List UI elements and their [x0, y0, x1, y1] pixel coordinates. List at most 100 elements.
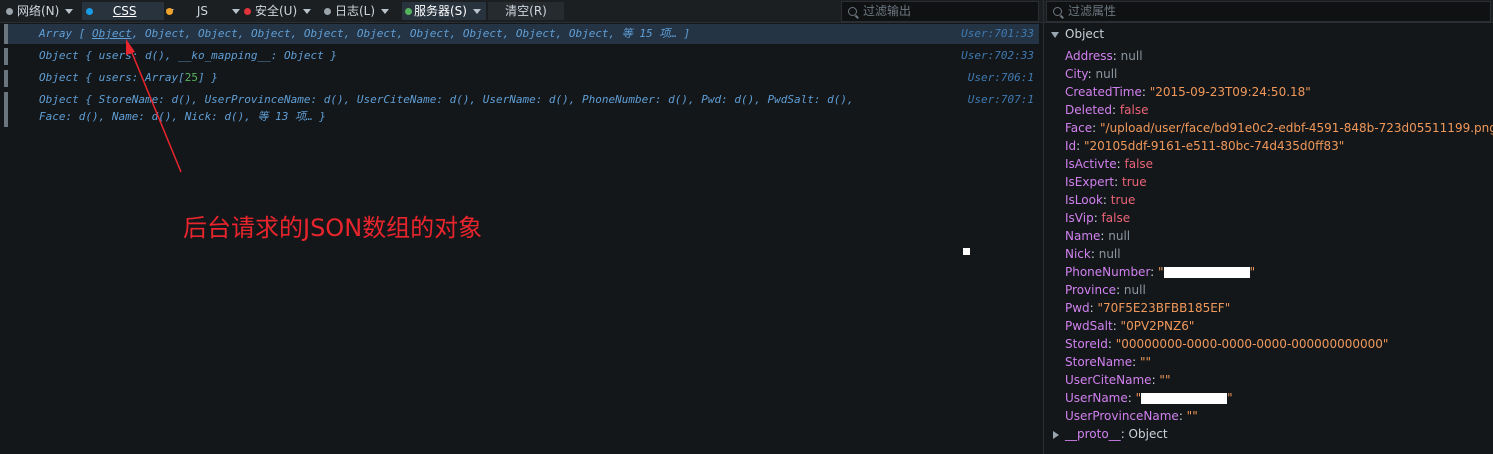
- console-row[interactable]: Array [ Object, Object, Object, Object, …: [4, 24, 1039, 44]
- redacted-value: [1141, 393, 1228, 404]
- proto-node[interactable]: __proto__: Object: [1053, 426, 1168, 442]
- property-value: "0PV2PNZ6": [1120, 319, 1195, 333]
- chevron-down-icon: [65, 9, 74, 14]
- property-row[interactable]: Address: null: [1065, 48, 1143, 64]
- property-key: UserCiteName: [1065, 373, 1152, 387]
- property-row[interactable]: IsLook: true: [1065, 192, 1135, 208]
- log-status-dot: [324, 8, 331, 15]
- filter-output-placeholder: 过滤输出: [863, 4, 912, 18]
- root-object-label: Object: [1065, 27, 1105, 41]
- property-key: Face: [1065, 121, 1093, 135]
- object-link[interactable]: Object: [92, 27, 132, 40]
- proto-value: Object: [1128, 427, 1168, 441]
- property-value: "20105ddf-9161-e511-80bc-74d435d0ff83": [1084, 139, 1345, 153]
- network-status-dot: [6, 8, 13, 15]
- property-row[interactable]: Name: null: [1065, 228, 1130, 244]
- server-filter-button[interactable]: 服务器(S): [402, 2, 486, 20]
- property-value: "": [1186, 409, 1198, 423]
- property-row[interactable]: City: null: [1065, 66, 1117, 82]
- property-key: Deleted: [1065, 103, 1113, 117]
- collapsed-triangle-icon: [1053, 430, 1059, 439]
- property-key: IsLook: [1065, 193, 1103, 207]
- property-value-close-quote: ": [1249, 265, 1256, 279]
- property-value-close-quote: ": [1227, 391, 1233, 405]
- property-row[interactable]: PwdSalt: "0PV2PNZ6": [1065, 318, 1194, 334]
- redacted-value: [1163, 267, 1250, 278]
- property-row[interactable]: Deleted: false: [1065, 102, 1148, 118]
- row-marker: [4, 24, 8, 44]
- log-label: 日志(L): [335, 4, 376, 18]
- chevron-down-icon: [472, 9, 481, 14]
- property-key: Id: [1065, 139, 1077, 153]
- property-key: StoreId: [1065, 337, 1108, 351]
- property-key: Name: [1065, 229, 1101, 243]
- property-row[interactable]: StoreName: "": [1065, 354, 1151, 370]
- search-icon: [1053, 7, 1062, 16]
- clear-button[interactable]: 清空(R): [488, 2, 564, 20]
- property-row[interactable]: Id: "20105ddf-9161-e511-80bc-74d435d0ff8…: [1065, 138, 1344, 154]
- security-label: 安全(U): [255, 4, 298, 18]
- chevron-down-icon: [303, 9, 312, 14]
- property-value: true: [1121, 175, 1147, 189]
- message-prefix: Array [: [39, 27, 92, 40]
- property-key: PhoneNumber: [1065, 265, 1151, 279]
- network-label: 网络(N): [17, 4, 60, 18]
- property-key: Province: [1065, 283, 1117, 297]
- source-location-link[interactable]: User:701:33: [961, 24, 1034, 44]
- proto-key: __proto__: [1065, 427, 1121, 441]
- property-row[interactable]: UserProvinceName: "": [1065, 408, 1198, 424]
- property-key: StoreName: [1065, 355, 1133, 369]
- chevron-down-icon: [231, 9, 240, 14]
- property-row[interactable]: CreatedTime: "2015-09-23T09:24:50.18": [1065, 84, 1311, 100]
- property-value: false: [1101, 211, 1131, 225]
- property-value: "00000000-0000-0000-0000-000000000000": [1115, 337, 1389, 351]
- network-filter-button[interactable]: 网络(N): [6, 2, 74, 20]
- property-row[interactable]: Pwd: "70F5E23BFBB185EF": [1065, 300, 1230, 316]
- property-value: "/upload/user/face/bd91e0c2-edbf-4591-84…: [1100, 121, 1493, 135]
- property-row[interactable]: Face: "/upload/user/face/bd91e0c2-edbf-4…: [1065, 120, 1493, 136]
- console-message: Array [ Object, Object, Object, Object, …: [39, 24, 690, 44]
- property-row[interactable]: PhoneNumber: " ": [1065, 264, 1255, 280]
- filter-output-input[interactable]: 过滤输出: [841, 1, 1039, 22]
- source-location-link[interactable]: User:706:1: [968, 70, 1034, 86]
- css-filter-button[interactable]: CSS: [82, 2, 175, 20]
- console-row[interactable]: Object { StoreName: d(), UserProvinceNam…: [4, 92, 1039, 127]
- property-row[interactable]: Nick: null: [1065, 246, 1121, 262]
- property-value: "2015-09-23T09:24:50.18": [1149, 85, 1311, 99]
- search-icon: [848, 7, 857, 16]
- console-row[interactable]: Object { users: Array[25] } User:706:1: [4, 70, 1039, 87]
- server-status-dot: [405, 8, 412, 15]
- property-key: City: [1065, 67, 1088, 81]
- js-label: JS: [196, 4, 208, 18]
- property-row[interactable]: UserCiteName: "": [1065, 372, 1170, 388]
- property-value: null: [1120, 49, 1143, 63]
- property-row[interactable]: StoreId: "00000000-0000-0000-0000-000000…: [1065, 336, 1388, 352]
- log-filter-button[interactable]: 日志(L): [324, 2, 390, 20]
- console-output: Array [ Object, Object, Object, Object, …: [0, 23, 1043, 454]
- property-key: Pwd: [1065, 301, 1090, 315]
- root-object-node[interactable]: Object: [1051, 26, 1104, 42]
- filter-props-input[interactable]: 过滤属性: [1046, 1, 1491, 22]
- source-location-link[interactable]: User:707:1: [968, 92, 1034, 108]
- inspector-toolbar: 过滤属性: [1044, 0, 1493, 23]
- source-location-link[interactable]: User:702:33: [961, 48, 1034, 64]
- console-row[interactable]: Object { users: d(), __ko_mapping__: Obj…: [4, 48, 1039, 65]
- property-row[interactable]: IsVip: false: [1065, 210, 1130, 226]
- property-row[interactable]: Province: null: [1065, 282, 1146, 298]
- annotation-text: 后台请求的JSON数组的对象: [183, 214, 483, 242]
- property-row[interactable]: IsActivte: false: [1065, 156, 1153, 172]
- property-row[interactable]: IsExpert: true: [1065, 174, 1147, 190]
- property-value: "": [1159, 373, 1171, 387]
- js-filter-button[interactable]: JS: [166, 2, 240, 20]
- message-prefix: Object { users: Array[: [39, 71, 185, 84]
- message-rest: ] }: [197, 71, 218, 84]
- property-key: Address: [1065, 49, 1113, 63]
- array-length: 25: [184, 71, 198, 84]
- js-status-dot: [166, 8, 173, 15]
- property-value: "70F5E23BFBB185EF": [1097, 301, 1231, 315]
- property-key: IsExpert: [1065, 175, 1115, 189]
- security-filter-button[interactable]: 安全(U): [244, 2, 312, 20]
- property-row[interactable]: UserName: " ": [1065, 390, 1233, 406]
- property-key: CreatedTime: [1065, 85, 1142, 99]
- console-message: Object { users: d(), __ko_mapping__: Obj…: [39, 49, 338, 62]
